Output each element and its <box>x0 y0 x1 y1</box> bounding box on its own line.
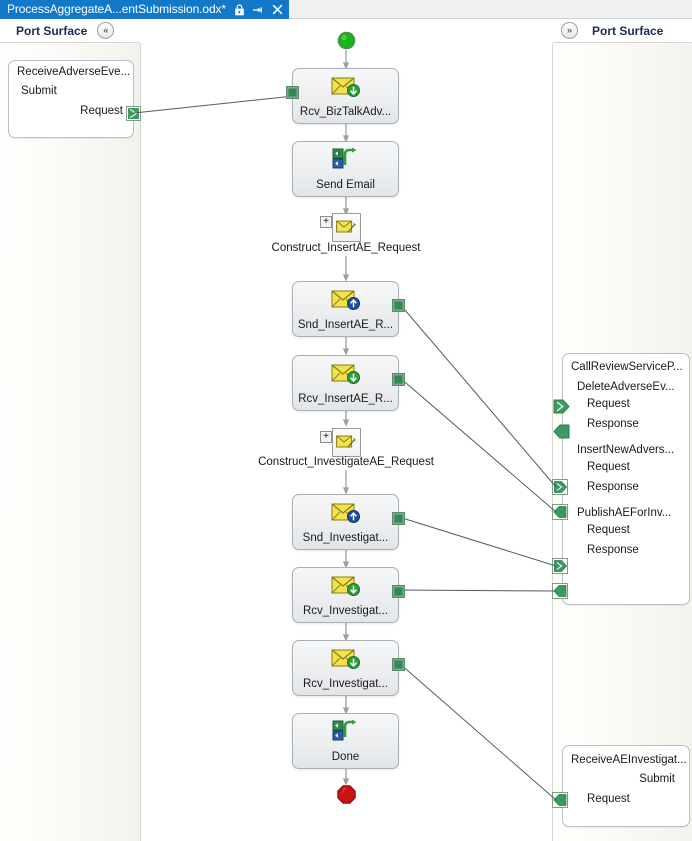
shape-port-connector-icon[interactable] <box>392 299 405 312</box>
port-receive-ae-investigation[interactable]: ReceiveAEInvestigat... Submit Request <box>562 745 690 827</box>
end-shape-icon[interactable] <box>337 785 356 804</box>
port-message-insert-request: Request <box>563 456 689 473</box>
receive-shape-rcv-biztalk[interactable]: Rcv_BizTalkAdv... <box>286 68 399 124</box>
shape-label: Rcv_Investigat... <box>302 605 388 617</box>
port-receive-adverse-event[interactable]: ReceiveAdverseEve... Submit Request <box>8 60 134 138</box>
port-connector-out-connected-icon[interactable] <box>552 792 568 808</box>
left-port-surface[interactable] <box>0 43 140 841</box>
port-message-label: Response <box>587 544 639 556</box>
port-message-delete-response: Response <box>563 410 689 430</box>
tab-title: ProcessAggregateA...entSubmission.odx* <box>7 2 226 16</box>
port-connector-out-icon[interactable] <box>126 106 141 121</box>
port-message-publish-response: Response <box>563 536 689 556</box>
pin-icon[interactable] <box>252 3 264 16</box>
receive-shape-rcv-insertae[interactable]: Rcv_InsertAE_R... <box>292 355 405 411</box>
port-operation: Submit <box>639 773 675 785</box>
port-connector-out-icon[interactable] <box>553 424 570 439</box>
port-connector-out-connected-icon[interactable] <box>552 504 568 520</box>
receive-shape-rcv-investigate-1[interactable]: Rcv_Investigat... <box>292 567 405 623</box>
send-shape-icon <box>293 500 398 524</box>
shape-port-connector-icon[interactable] <box>392 658 405 671</box>
shape-label: Done <box>331 751 360 763</box>
construct-message-shape-investigateae[interactable] <box>332 428 361 457</box>
call-orchestration-icon <box>293 719 398 743</box>
close-icon[interactable] <box>271 3 283 16</box>
orchestration-designer-window: ProcessAggregateA...entSubmission.odx* P… <box>0 0 692 841</box>
port-operation-delete: DeleteAdverseEv... <box>577 381 675 393</box>
shape-label: Rcv_Investigat... <box>302 678 388 690</box>
send-shape-snd-insertae[interactable]: Snd_InsertAE_R... <box>292 281 405 337</box>
left-surface-divider <box>140 43 141 841</box>
lock-icon[interactable] <box>233 3 245 16</box>
port-title: ReceiveAEInvestigat... <box>571 754 687 766</box>
shape-port-connector-icon[interactable] <box>286 86 299 99</box>
tab-strip: ProcessAggregateA...entSubmission.odx* <box>0 0 692 19</box>
left-port-surface-header: Port Surface « <box>0 19 140 43</box>
receive-shape-icon <box>293 74 398 98</box>
port-operation-publish: PublishAEForInv... <box>577 507 672 519</box>
port-message-request: Request <box>9 97 133 117</box>
port-message-delete-request: Request <box>563 393 689 410</box>
construct-expander-button[interactable]: + <box>320 216 332 228</box>
port-message-label: Request <box>587 461 630 473</box>
port-message-label: Request <box>587 398 630 410</box>
construct-label: Construct_InsertAE_Request <box>271 242 421 254</box>
send-shape-icon <box>293 287 398 311</box>
call-orchestration-shape-send-email[interactable]: Send Email <box>292 141 399 197</box>
call-orchestration-icon <box>293 147 398 171</box>
chevron-double-left-icon[interactable]: « <box>97 22 115 39</box>
shape-label: Rcv_InsertAE_R... <box>298 393 393 405</box>
port-message-label: Response <box>587 418 639 430</box>
chevron-double-right-icon[interactable]: » <box>561 22 578 39</box>
port-message-label: Request <box>80 105 123 117</box>
right-surface-divider <box>552 43 553 841</box>
construct-message-icon <box>336 220 356 233</box>
shape-label: Send Email <box>316 179 375 191</box>
port-message-label: Request <box>587 524 630 536</box>
port-connector-in-connected-icon[interactable] <box>552 558 568 574</box>
construct-message-shape-insertae[interactable] <box>332 213 361 242</box>
shape-label: Rcv_BizTalkAdv... <box>299 106 392 118</box>
receive-shape-icon <box>293 361 398 385</box>
tab-orchestration-file[interactable]: ProcessAggregateA...entSubmission.odx* <box>0 0 289 19</box>
port-connector-in-icon[interactable] <box>553 399 570 414</box>
port-call-review-service[interactable]: CallReviewServiceP... DeleteAdverseEv...… <box>562 353 690 605</box>
port-connector-out-connected-icon[interactable] <box>552 583 568 599</box>
shape-port-connector-icon[interactable] <box>392 373 405 386</box>
shape-label: Snd_InsertAE_R... <box>297 319 394 331</box>
port-message-label: Request <box>587 793 630 805</box>
right-port-surface-header: » Port Surface <box>553 19 692 43</box>
call-orchestration-shape-done[interactable]: Done <box>292 713 399 769</box>
port-message-label: Response <box>587 481 639 493</box>
port-operation: Submit <box>21 85 57 97</box>
receive-shape-rcv-investigate-2[interactable]: Rcv_Investigat... <box>292 640 405 696</box>
port-message-request: Request <box>563 785 689 805</box>
right-panel-title: Port Surface <box>592 23 664 38</box>
receive-shape-icon <box>293 573 398 597</box>
begin-shape-icon[interactable] <box>337 31 356 50</box>
construct-label: Construct_InvestigateAE_Request <box>258 456 434 468</box>
left-panel-title: Port Surface <box>16 23 88 38</box>
send-shape-snd-investigate[interactable]: Snd_Investigat... <box>292 494 405 550</box>
port-title: ReceiveAdverseEve... <box>17 66 131 78</box>
shape-port-connector-icon[interactable] <box>392 585 405 598</box>
port-message-publish-request: Request <box>563 519 689 536</box>
receive-shape-icon <box>293 646 398 670</box>
port-operation-insert: InsertNewAdvers... <box>577 444 675 456</box>
shape-label: Snd_Investigat... <box>302 532 389 544</box>
port-title: CallReviewServiceP... <box>571 361 683 373</box>
construct-message-icon <box>336 435 356 448</box>
shape-port-connector-icon[interactable] <box>392 512 405 525</box>
port-message-insert-response: Response <box>563 473 689 493</box>
construct-expander-button[interactable]: + <box>320 431 332 443</box>
port-connector-in-connected-icon[interactable] <box>552 479 568 495</box>
